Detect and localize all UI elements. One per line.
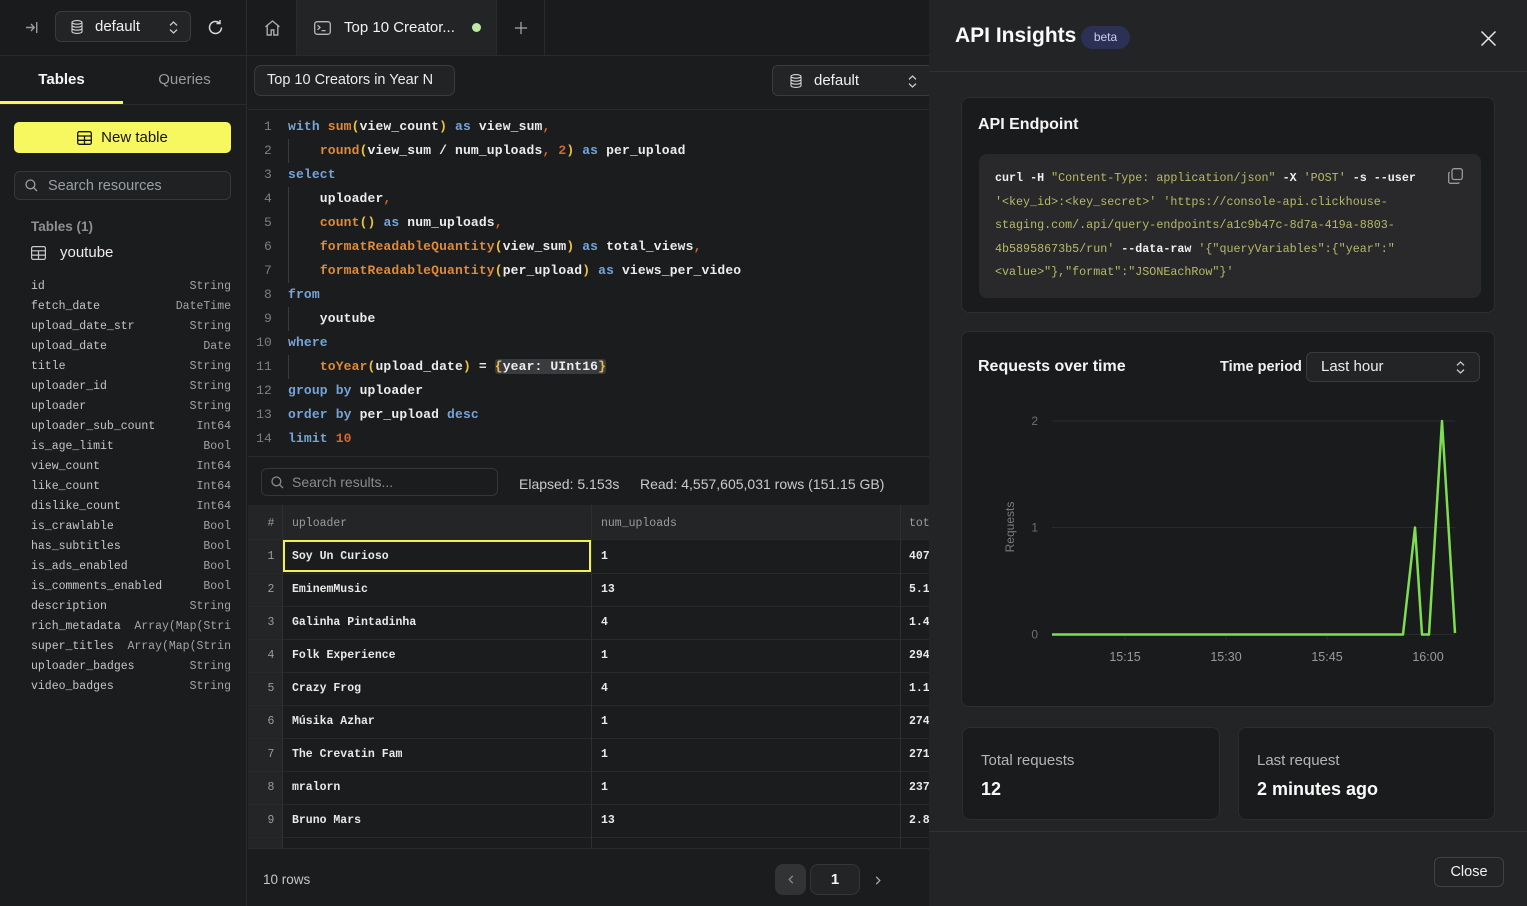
svg-text:Requests: Requests xyxy=(1003,502,1017,553)
svg-text:15:30: 15:30 xyxy=(1210,650,1241,664)
svg-text:0: 0 xyxy=(1031,628,1038,642)
svg-text:15:45: 15:45 xyxy=(1311,650,1342,664)
svg-text:16:00: 16:00 xyxy=(1412,650,1443,664)
svg-text:2: 2 xyxy=(1031,414,1038,428)
svg-text:15:15: 15:15 xyxy=(1109,650,1140,664)
svg-text:1: 1 xyxy=(1031,521,1038,535)
